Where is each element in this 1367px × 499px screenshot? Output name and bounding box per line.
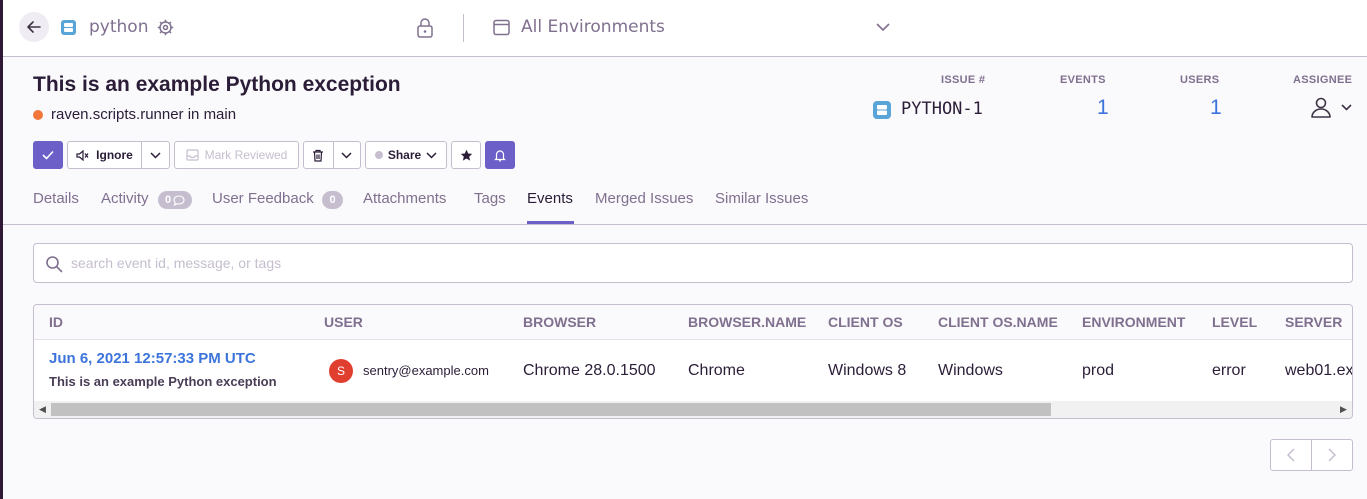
activity-count: 0 — [164, 194, 172, 206]
column-header-id: ID — [49, 314, 63, 330]
issue-title: This is an example Python exception — [33, 73, 401, 96]
tab-user-feedback[interactable]: User Feedback — [212, 190, 314, 207]
next-page-button[interactable] — [1311, 440, 1352, 470]
table-header: ID USER BROWSER BROWSER.NAME CLIENT OS C… — [34, 305, 1352, 340]
bookmark-button[interactable] — [451, 141, 481, 169]
subscribe-button[interactable] — [485, 141, 515, 169]
mute-icon — [76, 149, 89, 161]
mark-reviewed-label: Mark Reviewed — [204, 148, 288, 162]
column-header-browser: BROWSER — [523, 314, 597, 330]
events-table: ID USER BROWSER BROWSER.NAME CLIENT OS C… — [33, 304, 1353, 419]
share-status-dot — [374, 151, 383, 159]
event-link[interactable]: Jun 6, 2021 12:57:33 PM UTC — [49, 350, 256, 367]
issue-short-id: PYTHON-1 — [901, 99, 983, 119]
lock-icon[interactable] — [416, 18, 434, 38]
star-icon — [460, 149, 472, 161]
scrollbar-thumb[interactable] — [51, 403, 1051, 416]
arrow-left-icon — [27, 21, 41, 33]
project-name[interactable]: python — [89, 17, 148, 37]
ignore-label: Ignore — [96, 148, 133, 162]
python-logo-icon — [873, 101, 891, 119]
activity-count-badge: 0 — [158, 191, 192, 209]
event-search-bar — [33, 243, 1353, 283]
ignore-options-button[interactable] — [141, 142, 169, 168]
column-header-user: USER — [324, 314, 363, 330]
avatar: S — [329, 359, 353, 383]
tab-similar-issues[interactable]: Similar Issues — [715, 190, 808, 207]
chevron-down-icon — [426, 151, 437, 159]
chevron-down-icon — [341, 151, 352, 159]
share-label: Share — [387, 148, 422, 162]
trash-icon — [313, 149, 324, 162]
tab-activity[interactable]: Activity — [101, 190, 149, 207]
back-button[interactable] — [19, 12, 49, 42]
ignore-button-group: Ignore — [67, 141, 170, 169]
tab-merged-issues[interactable]: Merged Issues — [595, 190, 693, 207]
issue-number-label: ISSUE # — [941, 74, 986, 86]
cell-client-os-name: Windows — [938, 362, 1003, 379]
python-logo-icon — [61, 20, 76, 35]
column-header-environment: ENVIRONMENT — [1082, 314, 1186, 330]
pagination — [1270, 439, 1353, 471]
column-header-level: LEVEL — [1212, 314, 1258, 330]
users-label: USERS — [1180, 74, 1220, 86]
event-message: This is an example Python exception — [49, 374, 277, 389]
window-icon — [493, 19, 510, 36]
share-button[interactable]: Share — [365, 141, 447, 169]
resolve-button[interactable] — [33, 141, 63, 169]
cell-browser-name: Chrome — [688, 362, 745, 379]
assignee-label: ASSIGNEE — [1293, 74, 1353, 86]
gear-icon[interactable] — [157, 19, 174, 36]
divider — [463, 14, 464, 42]
checkmark-icon — [42, 150, 54, 160]
column-header-client-os-name: CLIENT OS.NAME — [938, 314, 1058, 330]
cell-level: error — [1212, 362, 1246, 379]
tab-events[interactable]: Events — [527, 190, 573, 207]
delete-button-group — [303, 141, 361, 169]
horizontal-scrollbar[interactable]: ◀ ▶ — [34, 401, 1352, 418]
user-feedback-count-badge: 0 — [322, 191, 343, 209]
tabs-divider — [3, 224, 1367, 225]
scroll-right-arrow[interactable]: ▶ — [1335, 401, 1352, 418]
bell-icon — [494, 149, 506, 161]
cell-client-os: Windows 8 — [828, 362, 907, 379]
search-icon — [46, 256, 63, 273]
assignee-selector[interactable] — [1309, 96, 1354, 120]
chevron-down-icon — [150, 151, 161, 159]
chevron-down-icon — [1341, 104, 1352, 111]
scroll-left-arrow[interactable]: ◀ — [34, 401, 51, 418]
tab-attachments[interactable]: Attachments — [363, 190, 446, 207]
ignore-button[interactable]: Ignore — [68, 148, 141, 162]
user-email: sentry@example.com — [363, 363, 489, 378]
top-bar: python All Environments — [3, 0, 1367, 57]
delete-button[interactable] — [304, 142, 333, 168]
tab-details[interactable]: Details — [33, 190, 79, 207]
inbox-icon — [186, 149, 199, 161]
events-label: EVENTS — [1060, 74, 1106, 86]
level-indicator — [33, 110, 43, 120]
chevron-left-icon — [1287, 448, 1295, 462]
previous-page-button[interactable] — [1271, 440, 1311, 470]
tab-tags[interactable]: Tags — [474, 190, 506, 207]
chevron-right-icon — [1328, 448, 1336, 462]
issue-culprit: raven.scripts.runner in main — [51, 106, 237, 123]
chevron-down-icon[interactable] — [876, 22, 890, 32]
column-header-browser-name: BROWSER.NAME — [688, 314, 807, 330]
mark-reviewed-button[interactable]: Mark Reviewed — [174, 141, 299, 169]
environment-selector[interactable]: All Environments — [521, 17, 665, 37]
delete-options-button[interactable] — [332, 142, 360, 168]
users-count[interactable]: 1 — [1210, 96, 1222, 120]
user-icon — [1311, 97, 1331, 118]
cell-environment: prod — [1082, 362, 1115, 379]
events-count[interactable]: 1 — [1097, 96, 1109, 120]
sidebar-edge — [0, 0, 3, 499]
cell-browser: Chrome 28.0.1500 — [523, 362, 656, 379]
column-header-client-os: CLIENT OS — [828, 314, 903, 330]
search-input[interactable] — [71, 252, 1331, 274]
column-header-server: SERVER — [1285, 314, 1343, 330]
cell-server: web01.example.org — [1285, 362, 1353, 379]
comment-icon — [173, 194, 185, 206]
